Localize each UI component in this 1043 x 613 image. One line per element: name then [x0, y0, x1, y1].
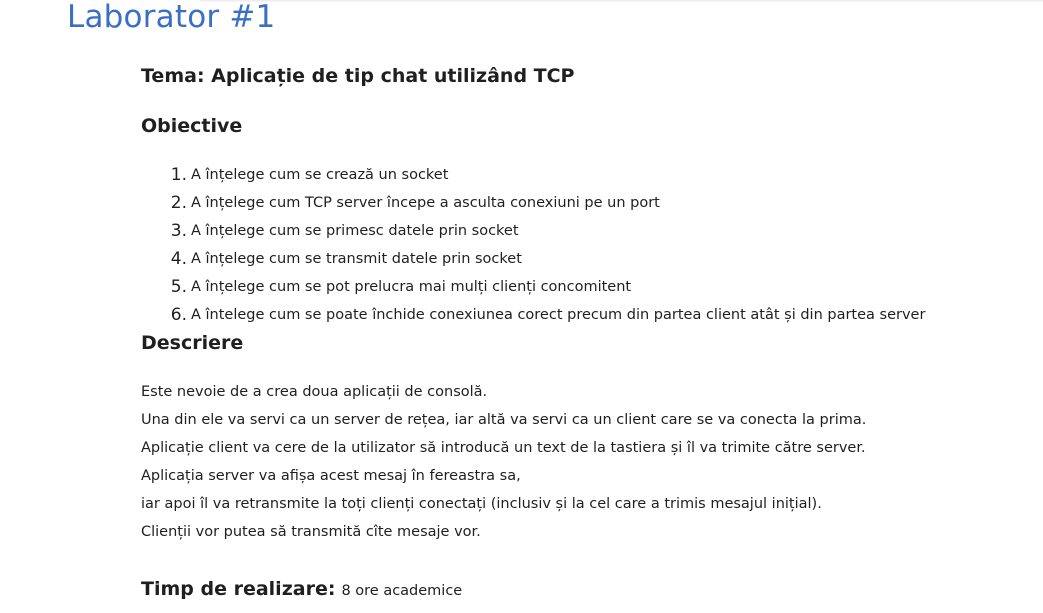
list-item-text: A înțelege cum se crează un socket [191, 167, 449, 183]
list-item-text: A înțelege cum se pot prelucra mai mulți… [191, 279, 632, 295]
list-item-text: A întelege cum se poate închide conexiun… [191, 307, 926, 323]
objectives-heading: Obiective [141, 115, 243, 137]
time-label: Timp de realizare: [141, 578, 336, 600]
description-body: Este nevoie de a crea doua aplicații de … [141, 378, 866, 546]
description-line: iar apoi îl va retransmite la toți clien… [141, 496, 822, 512]
list-item: 2. A înțelege cum TCP server începe a as… [141, 189, 925, 217]
time-section: Timp de realizare: 8 ore academice [141, 575, 462, 605]
description-line: Aplicație client va cere de la utilizato… [141, 440, 866, 456]
description-heading: Descriere [141, 332, 244, 354]
list-item-number: 5. [170, 277, 187, 297]
objectives-list: 1. A înțelege cum se crează un socket 2.… [141, 161, 926, 329]
list-item-number: 6. [170, 305, 187, 325]
top-shadow [200, 0, 1043, 3]
description-line: Una din ele va servi ca un server de reț… [141, 412, 867, 428]
list-item-number: 3. [170, 221, 187, 241]
topic-heading: Tema: Aplicație de tip chat utilizând TC… [141, 65, 575, 87]
list-item: 6. A întelege cum se poate închide conex… [141, 301, 926, 329]
list-item-text: A înțelege cum TCP server începe a ascul… [191, 195, 660, 211]
time-value: 8 ore academice [341, 583, 463, 599]
list-item: 1. A înțelege cum se crează un socket [141, 161, 925, 189]
list-item-number: 4. [170, 249, 187, 269]
description-line: Clienții vor putea să transmită cîte mes… [141, 524, 481, 540]
list-item: 4. A înțelege cum se transmit datele pri… [141, 245, 925, 273]
description-line: Este nevoie de a crea doua aplicații de … [141, 384, 488, 400]
list-item-text: A înțelege cum se transmit datele prin s… [191, 251, 522, 267]
document-page: Laborator #1 Tema: Aplicație de tip chat… [0, 0, 1043, 613]
page-title: Laborator #1 [67, 0, 276, 35]
description-line: Aplicația server va afișa acest mesaj în… [141, 468, 521, 484]
list-item: 5. A înțelege cum se pot prelucra mai mu… [141, 273, 925, 301]
list-item-text: A înțelege cum se primesc datele prin so… [191, 223, 519, 239]
list-item-number: 1. [170, 165, 187, 185]
list-item-number: 2. [170, 193, 187, 213]
list-item: 3. A înțelege cum se primesc datele prin… [141, 217, 925, 245]
